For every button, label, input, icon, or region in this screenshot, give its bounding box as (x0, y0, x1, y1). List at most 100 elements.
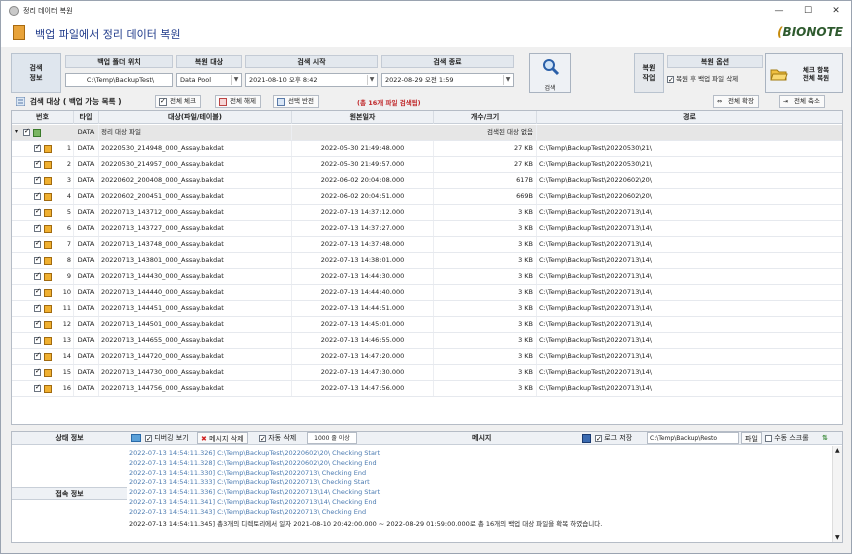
col-date[interactable]: 원본일자 (292, 111, 434, 124)
file-icon (44, 241, 52, 249)
row-file-name: 20220713_143748_000_Assay.bakdat (99, 237, 292, 252)
col-size[interactable]: 개수/크기 (434, 111, 537, 124)
col-type[interactable]: 타입 (74, 111, 99, 124)
scroll-up-icon[interactable]: ▲ (835, 447, 840, 454)
scroll-down-icon[interactable]: ▼ (835, 534, 840, 541)
max-lines-input[interactable]: 1000 줄 이상 (307, 432, 357, 444)
table-row[interactable]: 5DATA20220713_143712_000_Assay.bakdat202… (12, 205, 842, 221)
debug-view-checkbox[interactable]: 디버깅 보기 (145, 432, 189, 445)
end-date-picker[interactable]: 2022-08-29 오전 1:59 ▼ (381, 73, 514, 87)
table-row[interactable]: 8DATA20220713_143801_000_Assay.bakdat202… (12, 253, 842, 269)
row-checkbox[interactable] (34, 303, 41, 312)
log-save-checkbox[interactable]: 로그 저장 (595, 432, 632, 445)
collapse-toggle-icon[interactable]: ▾ (15, 128, 18, 135)
invert-selection-button[interactable]: 선택 반전 (273, 95, 319, 108)
row-file-name: 20220713_144501_000_Assay.bakdat (99, 317, 292, 332)
row-checkbox[interactable] (34, 351, 41, 360)
table-row[interactable]: 15DATA20220713_144730_000_Assay.bakdat20… (12, 365, 842, 381)
row-date: 2022-07-13 14:46:55.000 (292, 333, 434, 348)
check-all-button[interactable]: 전체 체크 (155, 95, 201, 108)
save-icon (582, 434, 591, 443)
log-file-button[interactable]: 파일 (741, 432, 762, 444)
row-checkbox[interactable] (34, 143, 41, 152)
chevron-down-icon: ▼ (231, 75, 240, 85)
delete-messages-button[interactable]: ✖ 메시지 삭제 (197, 432, 248, 444)
table-row[interactable]: 2DATA20220530_214957_000_Assay.bakdat202… (12, 157, 842, 173)
row-checkbox[interactable] (34, 255, 41, 264)
expand-all-button[interactable]: ⇔ 전체 확장 (713, 95, 759, 108)
row-checkbox[interactable] (34, 239, 41, 248)
row-checkbox[interactable] (34, 191, 41, 200)
row-size: 3 KB (434, 285, 537, 300)
grid-header: 번호 타입 대상(파일/테이블) 원본일자 개수/크기 경로 (12, 111, 842, 124)
row-checkbox[interactable] (34, 367, 41, 376)
file-icon (44, 209, 52, 217)
log-scrollbar[interactable]: ▲ ▼ (832, 446, 842, 542)
table-row[interactable]: 16DATA20220713_144756_000_Assay.bakdat20… (12, 381, 842, 397)
delete-after-restore-checkbox[interactable]: 복원 후 백업 파일 삭제 (667, 73, 763, 87)
table-row[interactable]: 1DATA20220530_214948_000_Assay.bakdat202… (12, 141, 842, 157)
table-row[interactable]: 14DATA20220713_144720_000_Assay.bakdat20… (12, 349, 842, 365)
manual-scroll-checkbox[interactable]: 수동 스크롤 (765, 432, 809, 444)
table-row[interactable]: 4DATA20220602_200451_000_Assay.bakdat202… (12, 189, 842, 205)
collapse-all-button[interactable]: ⇥ 전체 축소 (779, 95, 825, 108)
maximize-button[interactable]: ☐ (798, 4, 818, 18)
backup-folder-field[interactable]: C:\Temp\BackupTest\ (65, 73, 173, 87)
table-row[interactable]: 6DATA20220713_143727_000_Assay.bakdat202… (12, 221, 842, 237)
table-row[interactable]: 3DATA20220602_200408_000_Assay.bakdat202… (12, 173, 842, 189)
row-size: 3 KB (434, 269, 537, 284)
log-line: 2022-07-13 14:54:11.336] C:\Temp\BackupT… (129, 488, 381, 497)
file-icon (44, 289, 52, 297)
table-row[interactable]: 10DATA20220713_144440_000_Assay.bakdat20… (12, 285, 842, 301)
minimize-button[interactable]: — (769, 4, 789, 18)
row-checkbox[interactable] (34, 223, 41, 232)
col-name[interactable]: 대상(파일/테이블) (99, 111, 292, 124)
row-type: DATA (74, 365, 99, 380)
file-icon (44, 305, 52, 313)
row-checkbox[interactable] (34, 319, 41, 328)
auto-delete-checkbox[interactable]: 자동 삭제 (259, 432, 296, 445)
table-row[interactable]: 12DATA20220713_144501_000_Assay.bakdat20… (12, 317, 842, 333)
col-no[interactable]: 번호 (12, 111, 74, 124)
backup-folder-header: 백업 폴더 위치 (65, 55, 173, 68)
log-path-input[interactable]: C:\Temp\Backup\Resto (647, 432, 739, 444)
restore-all-button[interactable]: 체크 항목 전체 복원 (765, 53, 843, 93)
row-date: 2022-07-13 14:38:01.000 (292, 253, 434, 268)
table-row[interactable]: 7DATA20220713_143748_000_Assay.bakdat202… (12, 237, 842, 253)
table-row[interactable]: 9DATA20220713_144430_000_Assay.bakdat202… (12, 269, 842, 285)
group-checkbox[interactable] (23, 127, 30, 136)
scroll-arrows-icon[interactable]: ⇅ (822, 432, 828, 444)
check-icon (159, 96, 167, 107)
page-header: 백업 파일에서 정리 데이터 복원 (BIONOTE (1, 21, 851, 47)
row-checkbox[interactable] (34, 207, 41, 216)
row-date: 2022-07-13 14:44:51.000 (292, 301, 434, 316)
row-size: 3 KB (434, 333, 537, 348)
status-label: 상태 정보 (12, 432, 127, 445)
row-type: DATA (74, 157, 99, 172)
log-panel: 상태 정보 디버깅 보기 ✖ 메시지 삭제 자동 삭제 1000 줄 이상 메시… (11, 431, 843, 543)
row-file-name: 20220713_144730_000_Assay.bakdat (99, 365, 292, 380)
row-file-name: 20220713_144451_000_Assay.bakdat (99, 301, 292, 316)
table-row[interactable]: 11DATA20220713_144451_000_Assay.bakdat20… (12, 301, 842, 317)
row-size: 3 KB (434, 365, 537, 380)
table-row[interactable]: 13DATA20220713_144655_000_Assay.bakdat20… (12, 333, 842, 349)
row-size: 3 KB (434, 221, 537, 236)
search-button[interactable]: 검색 (529, 53, 571, 93)
row-file-name: 20220530_214948_000_Assay.bakdat (99, 141, 292, 156)
row-checkbox[interactable] (34, 383, 41, 392)
row-size: 27 KB (434, 157, 537, 172)
uncheck-all-button[interactable]: 전체 해제 (215, 95, 261, 108)
col-path[interactable]: 경로 (537, 111, 842, 124)
page-title: 백업 파일에서 정리 데이터 복원 (35, 28, 181, 41)
target-select[interactable]: Data Pool ▼ (176, 73, 242, 87)
row-checkbox[interactable] (34, 159, 41, 168)
row-checkbox[interactable] (34, 271, 41, 280)
target-header: 복원 대상 (176, 55, 242, 68)
row-checkbox[interactable] (34, 175, 41, 184)
row-checkbox[interactable] (34, 287, 41, 296)
group-row[interactable]: ▾ DATA 정리 대상 파일 검색된 대상 없음 (12, 125, 842, 141)
start-date-picker[interactable]: 2021-08-10 오후 8:42 ▼ (245, 73, 378, 87)
checkbox[interactable] (667, 74, 674, 87)
close-button[interactable]: ✕ (826, 4, 846, 18)
row-checkbox[interactable] (34, 335, 41, 344)
